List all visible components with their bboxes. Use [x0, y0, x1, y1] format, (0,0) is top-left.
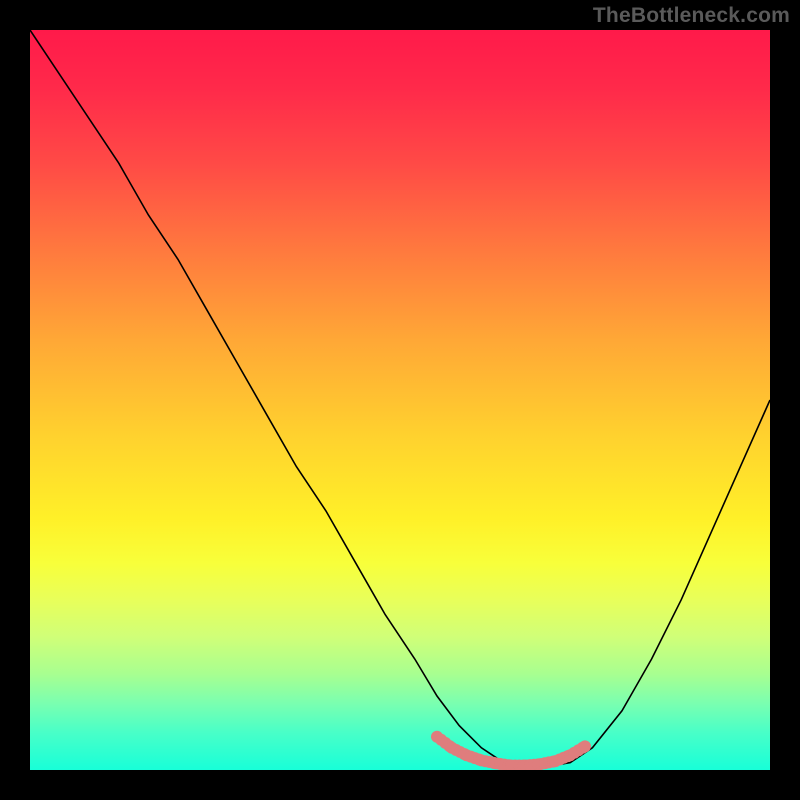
curve-layer	[30, 30, 770, 770]
plot-area	[30, 30, 770, 770]
bottleneck-curve-path	[30, 30, 770, 766]
chart-frame: TheBottleneck.com	[0, 0, 800, 800]
flat-region-marker-group	[431, 731, 591, 770]
marker-dot	[579, 740, 591, 752]
watermark-text: TheBottleneck.com	[593, 4, 790, 28]
